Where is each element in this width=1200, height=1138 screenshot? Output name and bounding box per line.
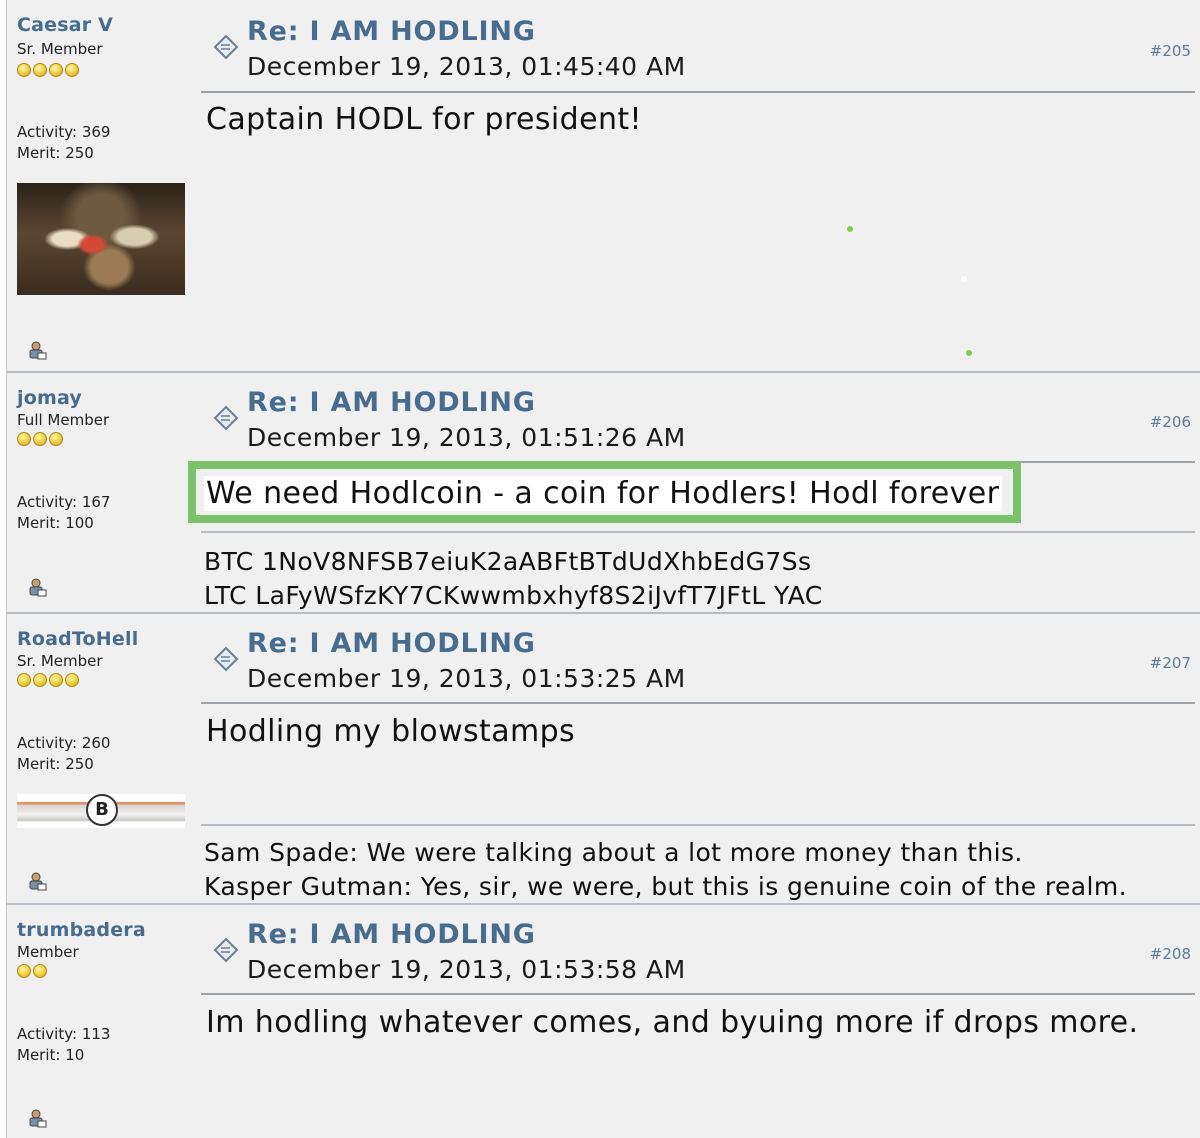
post-subject-link[interactable]: Re: I AM HODLING <box>247 387 536 418</box>
post-subject-link[interactable]: Re: I AM HODLING <box>247 919 536 950</box>
username-link[interactable]: Caesar V <box>17 14 113 36</box>
post-subject-link[interactable]: Re: I AM HODLING <box>247 16 536 47</box>
post-number-link[interactable]: #206 <box>1150 413 1191 431</box>
merit-count: Merit: 100 <box>17 514 94 532</box>
dot <box>847 226 853 232</box>
merit-count: Merit: 10 <box>17 1046 85 1064</box>
star-icon <box>33 964 47 978</box>
post-message: Hodling my blowstamps <box>206 714 576 749</box>
message-icon <box>213 646 239 672</box>
forum-thread: Caesar V Sr. Member Activity: 369 Merit:… <box>6 0 1200 1138</box>
rank-stars <box>17 62 81 78</box>
post-date: December 19, 2013, 01:51:26 AM <box>247 423 686 452</box>
signature-divider <box>201 531 1195 533</box>
dot <box>961 276 967 282</box>
star-icon <box>17 63 31 77</box>
activity-count: Activity: 113 <box>17 1025 111 1043</box>
member-rank: Member <box>17 943 79 961</box>
poster-info: RoadToHell Sr. Member Activity: 260 Meri… <box>17 614 197 903</box>
divider <box>201 702 1195 704</box>
divider <box>201 993 1195 995</box>
signature-line: LTC LaFyWSfzKY7CKwwmbxhyf8S2iJvfT7JFtL Y… <box>204 581 823 610</box>
activity-stats: Activity: 113 Merit: 10 <box>17 1024 110 1066</box>
post-date: December 19, 2013, 01:45:40 AM <box>247 52 686 81</box>
post-number-link[interactable]: #205 <box>1150 42 1191 60</box>
post-content: Re: I AM HODLING December 19, 2013, 01:5… <box>201 614 1200 903</box>
post-date: December 19, 2013, 01:53:25 AM <box>247 664 686 693</box>
dot <box>966 350 972 356</box>
member-rank: Sr. Member <box>17 652 103 670</box>
post-content: Re: I AM HODLING December 19, 2013, 01:5… <box>201 905 1200 1138</box>
star-icon <box>33 432 47 446</box>
star-icon <box>33 673 47 687</box>
profile-icon[interactable] <box>27 577 47 597</box>
post-content: Re: I AM HODLING December 19, 2013, 01:4… <box>201 0 1200 371</box>
star-icon <box>49 63 63 77</box>
merit-count: Merit: 250 <box>17 144 94 162</box>
rank-stars <box>17 431 65 447</box>
signature-line: BTC 1NoV8NFSB7eiuK2aABFtBTdUdXhbEdG7Ss <box>204 547 812 576</box>
post-208: trumbadera Member Activity: 113 Merit: 1… <box>7 905 1200 1138</box>
username-link[interactable]: RoadToHell <box>17 628 138 650</box>
star-icon <box>17 673 31 687</box>
star-icon <box>17 432 31 446</box>
profile-icon[interactable] <box>27 340 47 360</box>
poster-info: jomay Full Member Activity: 167 Merit: 1… <box>17 373 197 612</box>
post-number-link[interactable]: #207 <box>1150 654 1191 672</box>
post-message: Captain HODL for president! <box>206 102 642 137</box>
star-icon <box>65 673 79 687</box>
member-rank: Full Member <box>17 411 110 429</box>
activity-count: Activity: 167 <box>17 493 111 511</box>
post-message: Im hodling whatever comes, and byuing mo… <box>206 1005 1139 1040</box>
highlight-box <box>188 461 1021 523</box>
star-icon <box>33 63 47 77</box>
avatar <box>17 183 185 295</box>
username-link[interactable]: trumbadera <box>17 919 146 941</box>
username-link[interactable]: jomay <box>17 387 82 409</box>
message-icon <box>213 34 239 60</box>
avatar: B <box>17 794 185 828</box>
star-icon <box>49 673 63 687</box>
signature-line: Kasper Gutman: Yes, sir, we were, but th… <box>204 872 1127 901</box>
message-icon <box>213 937 239 963</box>
signature: BTC 1NoV8NFSB7eiuK2aABFtBTdUdXhbEdG7Ss L… <box>204 545 823 613</box>
activity-stats: Activity: 260 Merit: 250 <box>17 733 110 775</box>
profile-icon[interactable] <box>27 871 47 891</box>
post-207: RoadToHell Sr. Member Activity: 260 Meri… <box>7 614 1200 905</box>
profile-icon[interactable] <box>27 1108 47 1128</box>
star-icon <box>17 964 31 978</box>
message-icon <box>213 405 239 431</box>
bitcoin-icon: B <box>86 794 118 826</box>
star-icon <box>49 432 63 446</box>
member-rank: Sr. Member <box>17 40 103 58</box>
signature: Sam Spade: We were talking about a lot m… <box>204 836 1127 904</box>
activity-count: Activity: 369 <box>17 123 111 141</box>
activity-count: Activity: 260 <box>17 734 111 752</box>
rank-stars <box>17 963 49 979</box>
post-205: Caesar V Sr. Member Activity: 369 Merit:… <box>7 0 1200 373</box>
signature-divider <box>201 824 1195 826</box>
signature-line: Sam Spade: We were talking about a lot m… <box>204 838 1023 867</box>
poster-info: Caesar V Sr. Member Activity: 369 Merit:… <box>17 0 197 371</box>
post-date: December 19, 2013, 01:53:58 AM <box>247 955 686 984</box>
post-number-link[interactable]: #208 <box>1150 945 1191 963</box>
rank-stars <box>17 672 81 688</box>
activity-stats: Activity: 167 Merit: 100 <box>17 492 110 534</box>
merit-count: Merit: 250 <box>17 755 94 773</box>
poster-info: trumbadera Member Activity: 113 Merit: 1… <box>17 905 197 1138</box>
activity-stats: Activity: 369 Merit: 250 <box>17 122 110 164</box>
divider <box>201 91 1195 93</box>
star-icon <box>65 63 79 77</box>
post-subject-link[interactable]: Re: I AM HODLING <box>247 628 536 659</box>
